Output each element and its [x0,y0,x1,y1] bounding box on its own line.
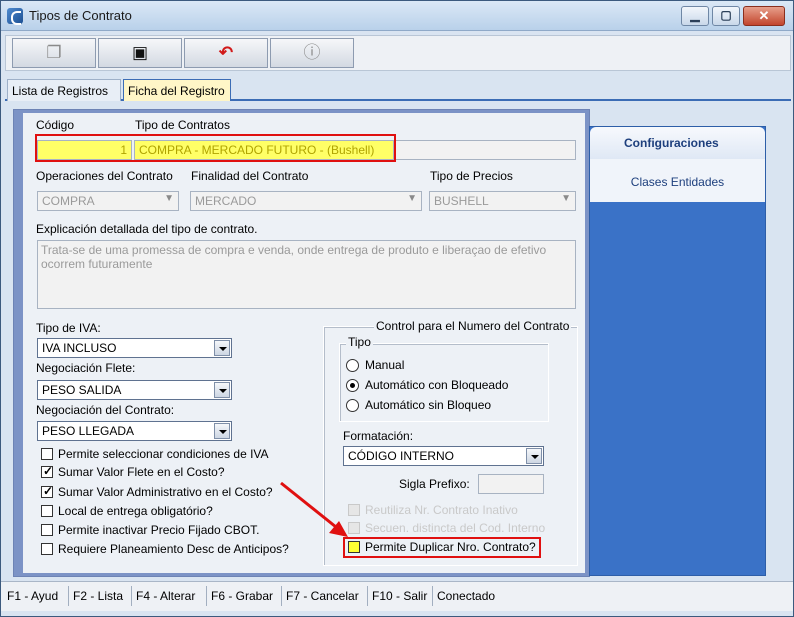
status-bar: F1 - Ayud F2 - Lista F4 - Alterar F6 - G… [1,581,793,611]
status-f1[interactable]: F1 - Ayud [7,589,58,603]
side-panel-header: Configuraciones [590,127,765,159]
maximize-button[interactable]: ▢ [712,6,740,26]
checkbox-label: Reutiliza Nr. Contrato Inativo [365,503,518,517]
document-copy-icon: ❐ [46,43,62,62]
side-item-clases-entidades[interactable]: Clases Entidades [631,175,724,189]
tipo-precios-label: Tipo de Precios [430,169,513,183]
tipo-precios-value: BUSHELL [434,194,489,208]
formatacion-label: Formatación: [343,429,414,443]
window-title: Tipos de Contrato [29,8,132,23]
status-separator [281,586,282,606]
info-icon: ⓘ [303,43,321,62]
sigla-prefijo-label: Sigla Prefixo: [399,477,470,491]
status-separator [432,586,433,606]
side-panel-body: Clases Entidades [590,159,765,202]
highlight-box-duplicar [343,537,541,558]
radio-label: Automático sin Bloqueo [365,398,492,412]
status-f6[interactable]: F6 - Grabar [211,589,273,603]
chevron-down-icon[interactable] [526,448,542,464]
status-separator [206,586,207,606]
save-button[interactable]: ▣ [98,38,182,68]
status-separator [68,586,69,606]
form-panel: Código Tipo de Contratos 1 COMPRA - MERC… [23,113,585,573]
checkbox-label: Secuen. distincta del Cod. Interno [365,521,546,535]
copy-button[interactable]: ❐ [12,38,96,68]
radio-label: Automático con Bloqueado [365,378,509,392]
undo-arrow-icon: ↶ [218,43,234,62]
annotation-arrow-line [280,481,342,533]
undo-button[interactable]: ↶ [184,38,268,68]
minimize-icon: ▁ [690,8,700,22]
status-f10[interactable]: F10 - Salir [372,589,427,603]
status-separator [367,586,368,606]
sigla-prefijo-input[interactable] [478,474,544,494]
app-icon [7,8,23,25]
main-window: Tipos de Contrato ▁ ▢ ✕ ❐ ▣ ↶ ⓘ Lista de… [0,0,794,617]
close-icon: ✕ [758,8,770,23]
formatacion-value: CÓDIGO INTERNO [348,449,455,463]
radio-label: Manual [365,358,405,372]
minimize-button[interactable]: ▁ [681,6,709,26]
status-f2[interactable]: F2 - Lista [73,589,123,603]
chevron-down-icon: ▼ [561,193,571,204]
info-button[interactable]: ⓘ [270,38,354,68]
status-separator [131,586,132,606]
title-bar[interactable]: Tipos de Contrato ▁ ▢ ✕ [1,1,793,31]
side-panel: Configuraciones Clases Entidades [589,126,766,576]
formatacion-select[interactable]: CÓDIGO INTERNO [343,446,544,466]
chevron-down-icon: ▼ [407,193,417,204]
tab-strip: Lista de Registros Ficha del Registro [5,79,791,101]
status-f4[interactable]: F4 - Alterar [136,589,195,603]
annotation-arrow [280,481,348,537]
toolbar: ❐ ▣ ↶ ⓘ [5,35,791,71]
close-button[interactable]: ✕ [743,6,785,26]
tipo-contratos-field-extension [394,140,576,160]
tab-ficha-del-registro[interactable]: Ficha del Registro [123,79,231,101]
status-f7[interactable]: F7 - Cancelar [286,589,359,603]
maximize-icon: ▢ [720,8,732,22]
tab-lista-de-registros[interactable]: Lista de Registros [7,79,121,101]
floppy-disk-icon: ▣ [131,43,149,62]
control-numero-title: Control para el Numero del Contrato [374,319,572,333]
status-connection: Conectado [437,589,496,603]
tipo-precios-select[interactable]: BUSHELL ▼ [429,191,576,211]
